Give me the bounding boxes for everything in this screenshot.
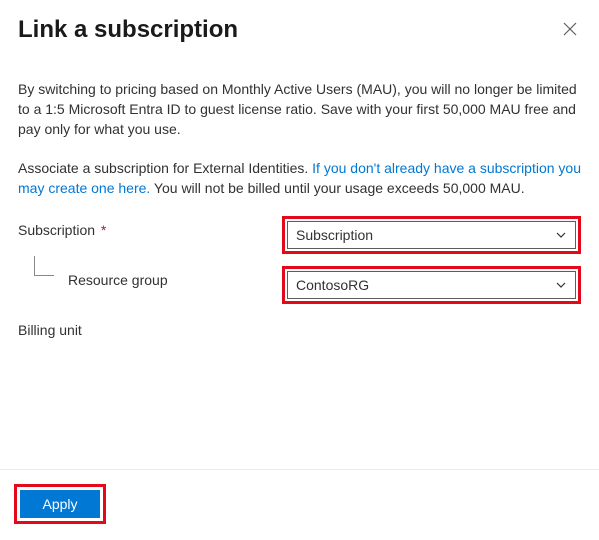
billing-unit-row: Billing unit: [18, 316, 581, 338]
subscription-select-value: Subscription: [296, 227, 373, 243]
close-icon: [563, 22, 577, 36]
panel-header: Link a subscription: [18, 16, 581, 45]
apply-button-highlight: Apply: [14, 484, 106, 524]
hierarchy-connector: [34, 256, 54, 276]
billing-unit-label-col: Billing unit: [18, 316, 282, 338]
resource-group-select[interactable]: ContosoRG: [287, 271, 576, 299]
subscription-label: Subscription: [18, 222, 95, 238]
resource-group-label-col: Resource group: [18, 266, 282, 288]
resource-group-label: Resource group: [68, 272, 168, 288]
chevron-down-icon: [555, 279, 567, 291]
resource-group-select-highlight: ContosoRG: [282, 266, 581, 304]
panel-footer: Apply: [14, 484, 106, 524]
subscription-select[interactable]: Subscription: [287, 221, 576, 249]
subscription-label-col: Subscription *: [18, 216, 282, 238]
billing-unit-label: Billing unit: [18, 322, 82, 338]
intro-text: By switching to pricing based on Monthly…: [18, 79, 581, 140]
required-star: *: [97, 222, 106, 238]
associate-prefix: Associate a subscription for External Id…: [18, 160, 312, 176]
resource-group-row: Resource group ContosoRG: [18, 266, 581, 304]
link-subscription-panel: Link a subscription By switching to pric…: [0, 0, 599, 338]
apply-button[interactable]: Apply: [20, 490, 100, 518]
panel-title: Link a subscription: [18, 16, 238, 45]
resource-group-select-value: ContosoRG: [296, 277, 369, 293]
associate-text: Associate a subscription for External Id…: [18, 158, 581, 199]
associate-suffix: You will not be billed until your usage …: [150, 180, 524, 196]
footer-separator: [0, 469, 599, 470]
chevron-down-icon: [555, 229, 567, 241]
subscription-select-highlight: Subscription: [282, 216, 581, 254]
close-button[interactable]: [559, 18, 581, 40]
subscription-row: Subscription * Subscription: [18, 216, 581, 254]
